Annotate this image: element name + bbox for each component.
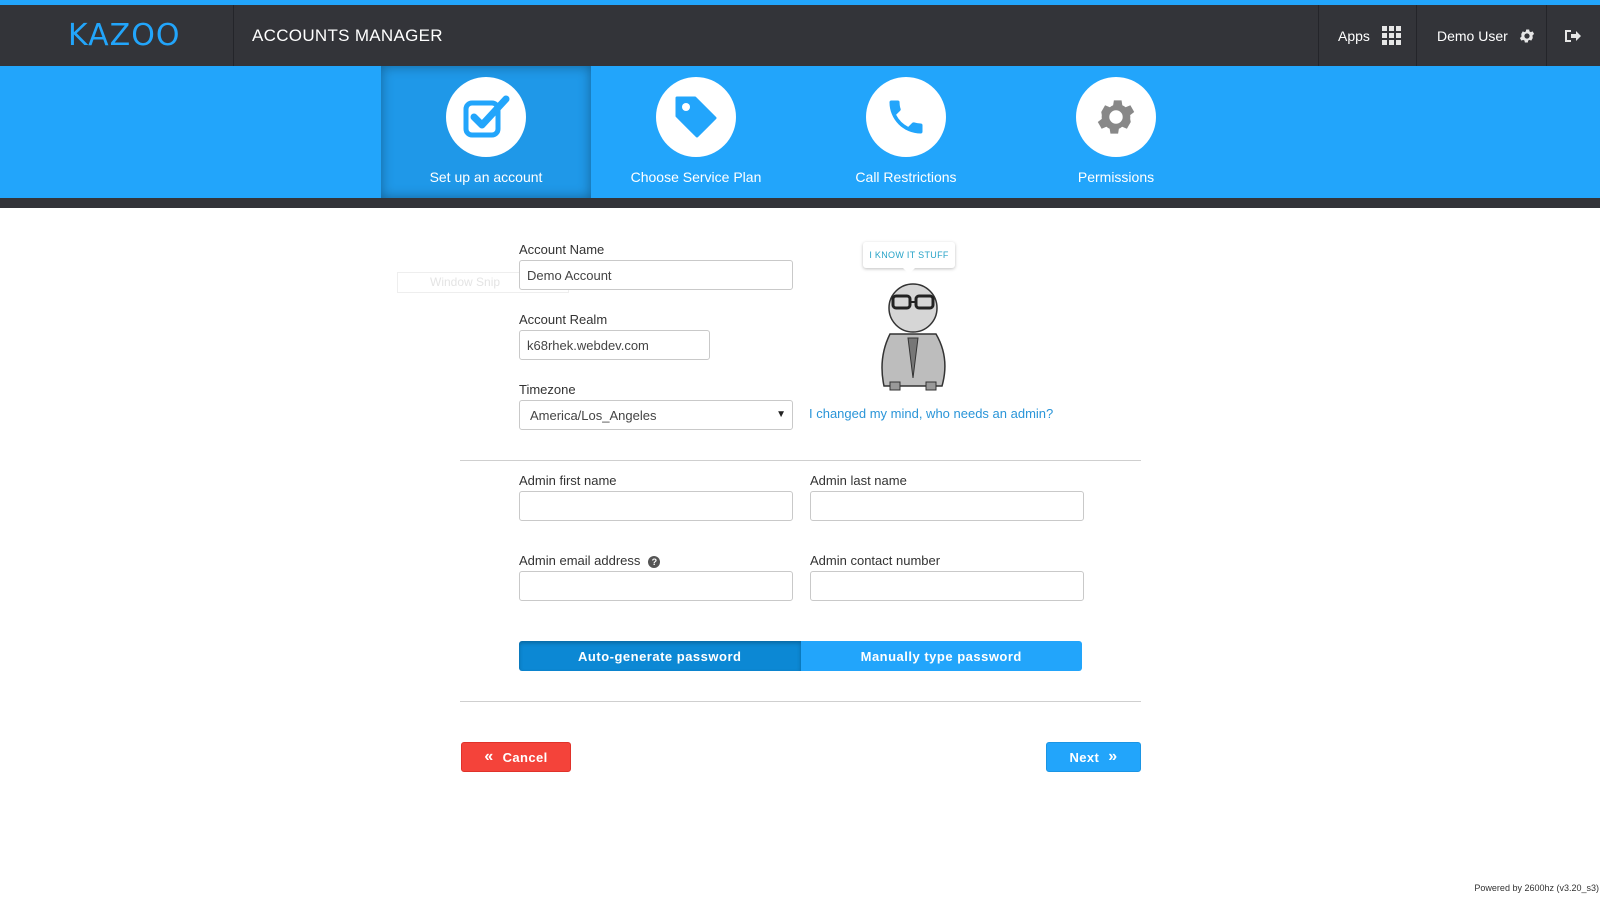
account-realm-input[interactable]: k68rhek.webdev.com bbox=[519, 330, 710, 360]
step-icon-circle bbox=[866, 77, 946, 157]
timezone-value: America/Los_Angeles bbox=[530, 407, 657, 423]
admin-contact-label: Admin contact number bbox=[810, 553, 941, 568]
section-divider bbox=[460, 460, 1141, 461]
navbar-divider bbox=[1546, 5, 1547, 66]
auto-generate-password-button[interactable]: Auto-generate password bbox=[519, 641, 801, 671]
step-label: Choose Service Plan bbox=[630, 169, 762, 185]
cancel-button[interactable]: « Cancel bbox=[461, 742, 571, 772]
powered-by-footer: Powered by 2600hz (v3.20_s3) bbox=[1474, 883, 1599, 893]
top-navbar: KAZOO ACCOUNTS MANAGER Apps Demo User bbox=[0, 5, 1600, 66]
cancel-label: Cancel bbox=[502, 749, 548, 765]
app-title: ACCOUNTS MANAGER bbox=[252, 26, 443, 45]
next-label: Next bbox=[1069, 749, 1100, 765]
navbar-divider bbox=[1318, 5, 1319, 66]
kazoo-logo[interactable]: KAZOO bbox=[68, 21, 180, 51]
step-choose-service-plan[interactable]: Choose Service Plan bbox=[591, 66, 801, 198]
timezone-select[interactable]: America/Los_Angeles ▼ bbox=[519, 400, 793, 430]
next-button[interactable]: Next » bbox=[1046, 742, 1141, 772]
step-set-up-account[interactable]: Set up an account bbox=[381, 66, 591, 198]
step-icon-circle bbox=[1076, 77, 1156, 157]
logout-icon bbox=[1565, 29, 1581, 42]
logout-button[interactable] bbox=[1563, 5, 1581, 66]
tag-icon bbox=[675, 96, 717, 138]
apps-grid-icon bbox=[1381, 26, 1401, 45]
account-name-label: Account Name bbox=[519, 242, 605, 257]
apps-menu-button[interactable]: Apps bbox=[1338, 5, 1401, 66]
step-label: Call Restrictions bbox=[855, 169, 957, 185]
select-arrow-icon: ▼ bbox=[776, 409, 786, 420]
step-call-restrictions[interactable]: Call Restrictions bbox=[801, 66, 1011, 198]
account-name-value: Demo Account bbox=[527, 267, 612, 283]
double-chevron-right-icon: » bbox=[1108, 748, 1118, 765]
admin-last-name-input[interactable] bbox=[810, 491, 1084, 521]
step-icon-circle bbox=[656, 77, 736, 157]
timezone-label: Timezone bbox=[519, 382, 576, 397]
account-realm-label: Account Realm bbox=[519, 312, 608, 327]
step-label: Set up an account bbox=[429, 169, 543, 185]
navbar-divider bbox=[1416, 5, 1417, 66]
no-admin-link[interactable]: I changed my mind, who needs an admin? bbox=[809, 406, 1053, 421]
wizard-steps-bar: Set up an account Choose Service Plan Ca… bbox=[0, 66, 1600, 198]
phone-icon bbox=[889, 100, 923, 134]
user-settings-gear-icon bbox=[1519, 28, 1534, 43]
step-label: Permissions bbox=[1077, 169, 1155, 185]
gear-icon bbox=[1097, 100, 1135, 134]
navbar-divider bbox=[233, 5, 234, 66]
account-realm-value: k68rhek.webdev.com bbox=[527, 337, 649, 353]
account-name-input[interactable]: Demo Account bbox=[519, 260, 793, 290]
admin-email-label: Admin email address bbox=[519, 553, 641, 568]
password-mode-toggle: Auto-generate password Manually type pas… bbox=[519, 641, 1082, 671]
admin-contact-input[interactable] bbox=[810, 571, 1084, 601]
admin-first-name-label: Admin first name bbox=[519, 473, 617, 488]
apps-label: Apps bbox=[1338, 27, 1370, 44]
it-guy-mascot-illustration bbox=[881, 283, 946, 391]
admin-email-input[interactable] bbox=[519, 571, 793, 601]
manual-password-button[interactable]: Manually type password bbox=[800, 641, 1082, 671]
step-icon-circle bbox=[446, 77, 526, 157]
admin-last-name-label: Admin last name bbox=[810, 473, 907, 488]
mascot-speech-bubble: I KNOW IT STUFF bbox=[863, 242, 955, 274]
checkbox-icon bbox=[463, 95, 510, 138]
help-question-icon[interactable]: ? bbox=[648, 555, 661, 568]
admin-first-name-input[interactable] bbox=[519, 491, 793, 521]
double-chevron-left-icon: « bbox=[484, 748, 494, 765]
step-permissions[interactable]: Permissions bbox=[1011, 66, 1221, 198]
admin-email-label-row: Admin email address? bbox=[519, 553, 661, 568]
stepbar-divider bbox=[0, 198, 1600, 208]
user-name: Demo User bbox=[1437, 27, 1508, 44]
section-divider bbox=[460, 701, 1141, 702]
user-menu-button[interactable]: Demo User bbox=[1437, 5, 1536, 66]
